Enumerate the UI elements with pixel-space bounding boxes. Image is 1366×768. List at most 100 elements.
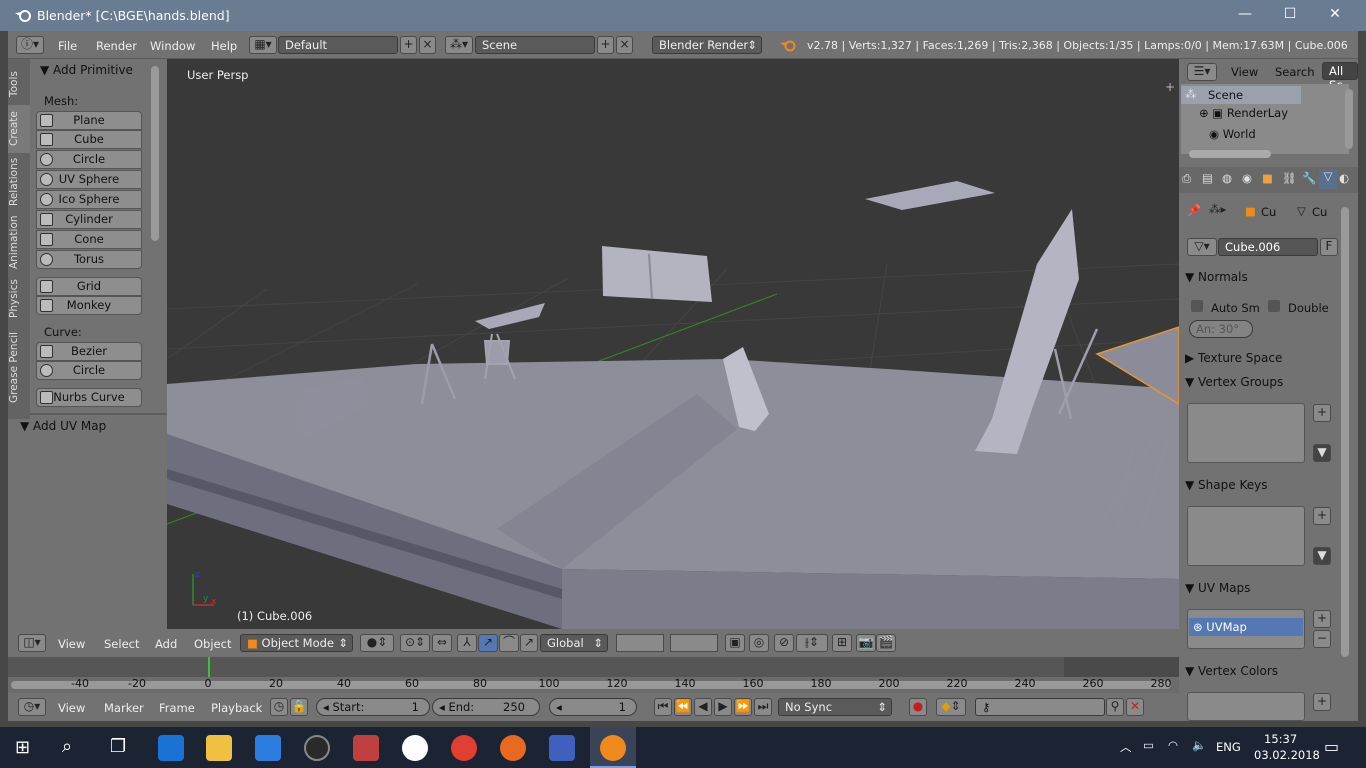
search-icon[interactable]: ⌕ <box>62 736 72 757</box>
store-icon[interactable] <box>255 735 281 761</box>
wifi-icon[interactable]: ◠ <box>1168 738 1178 752</box>
outliner-hscrollbar[interactable] <box>1189 150 1271 158</box>
add-torus-button[interactable]: Torus <box>36 250 142 269</box>
volume-icon[interactable]: 🔈 <box>1192 738 1206 752</box>
vertex-groups-panel-header[interactable]: ▼ Vertex Groups <box>1185 375 1336 389</box>
notifications-icon[interactable]: ▭ <box>1324 737 1339 756</box>
menu-file[interactable]: File <box>58 39 77 53</box>
constraints-tab-icon[interactable]: ⛓ <box>1282 171 1297 185</box>
tab-grease-pencil[interactable]: Grease Pencil <box>8 325 30 409</box>
maximize-icon[interactable]: ☐ <box>1280 6 1300 24</box>
outliner-filter-select[interactable]: All Sc <box>1322 62 1358 92</box>
rotate-icon[interactable]: ↗ <box>478 634 498 652</box>
outliner-item-renderlayers[interactable]: ⊕ ▣ RenderLay <box>1199 106 1288 120</box>
object-tab-icon[interactable]: ■ <box>1262 171 1273 185</box>
world-tab-icon[interactable]: ◉ <box>1242 171 1252 185</box>
keying-set-field[interactable]: ⚷ <box>975 698 1105 716</box>
jump-start-icon[interactable]: ⏮ <box>654 698 672 716</box>
lock-icon[interactable]: 🔒 <box>290 698 308 716</box>
uv-map-add-icon[interactable]: + <box>1313 610 1331 628</box>
add-primitive-panel-header[interactable]: ▼ Add Primitive <box>40 63 133 77</box>
timeline-ruler[interactable]: -40 -20 0 20 40 60 80 100 120 140 160 18… <box>8 677 1179 693</box>
clock-date[interactable]: 03.02.2018 <box>1254 748 1320 762</box>
object-crumb-label[interactable]: Cu <box>1261 205 1276 219</box>
layout-field[interactable]: Default <box>278 36 398 54</box>
preview-range-icon[interactable]: ◷ <box>270 698 288 716</box>
snap-target-icon[interactable]: ⫲⇕ <box>796 634 828 652</box>
close-icon[interactable]: ✕ <box>1325 6 1345 24</box>
shape-key-add-icon[interactable]: + <box>1313 507 1331 525</box>
file-explorer-icon[interactable] <box>206 735 232 761</box>
pin-icon[interactable]: 📌 <box>1187 203 1201 217</box>
menu-playback[interactable]: Playback <box>211 701 262 715</box>
mode-select[interactable]: ■ Object Mode ⇕ <box>240 634 353 652</box>
vertex-color-add-icon[interactable]: + <box>1313 693 1331 711</box>
add-uv-map-panel-header[interactable]: ▼ Add UV Map <box>20 419 106 433</box>
uv-maps-panel-header[interactable]: ▼ UV Maps <box>1185 581 1336 595</box>
firefox-icon[interactable] <box>500 735 526 761</box>
proportional-edit-icon[interactable]: ◎ <box>749 634 769 652</box>
prev-keyframe-icon[interactable]: ⏪ <box>674 698 692 716</box>
pivot-point-icon[interactable]: ⊙⇕ <box>400 634 430 652</box>
menu-timeline-view[interactable]: View <box>58 701 85 715</box>
outliner-item-world[interactable]: ◉ World <box>1209 127 1256 141</box>
snap-rotate-icon[interactable]: ⊞ <box>832 634 852 652</box>
jump-end-icon[interactable]: ⏭ <box>754 698 772 716</box>
app-icon[interactable] <box>353 735 379 761</box>
shape-keys-panel-header[interactable]: ▼ Shape Keys <box>1185 478 1336 492</box>
menu-view[interactable]: View <box>58 637 85 651</box>
play-reverse-icon[interactable]: ◀ <box>694 698 712 716</box>
keying-icon[interactable]: ◆⇕ <box>936 698 966 716</box>
app-icon[interactable] <box>549 735 575 761</box>
add-uv-sphere-button[interactable]: UV Sphere <box>36 170 142 189</box>
scene-field[interactable]: Scene <box>475 36 595 54</box>
sync-mode-select[interactable]: No Sync ⇕ <box>778 698 892 716</box>
mesh-name-field[interactable]: Cube.006 <box>1218 238 1318 256</box>
delete-keyframe-icon[interactable]: ✕ <box>1126 698 1144 716</box>
3d-viewport[interactable]: z y x User Persp (1) Cube.006 + <box>167 59 1179 629</box>
add-grid-button[interactable]: Grid <box>36 277 142 296</box>
next-keyframe-icon[interactable]: ⏩ <box>734 698 752 716</box>
vertex-colors-list[interactable] <box>1187 692 1305 721</box>
timeline-scrollbar[interactable] <box>11 681 1171 689</box>
battery-icon[interactable]: ▭ <box>1143 738 1154 752</box>
windows-start-icon[interactable]: ⊞ <box>15 737 30 758</box>
scale-icon[interactable]: ⌒ <box>499 634 519 652</box>
tab-tools[interactable]: Tools <box>8 63 30 105</box>
end-frame-field[interactable]: ◂ End: 250 <box>432 698 540 716</box>
add-monkey-button[interactable]: Monkey <box>36 296 142 315</box>
menu-help[interactable]: Help <box>211 39 237 53</box>
editor-type-timeline-icon[interactable]: ◷▾ <box>18 698 46 716</box>
add-cylinder-button[interactable]: Cylinder <box>36 210 142 229</box>
layout-icon[interactable]: ▦▾ <box>249 36 277 54</box>
blender-taskbar-button[interactable] <box>590 727 636 768</box>
layers-grid-1[interactable] <box>616 634 664 652</box>
layer-lock-icon[interactable]: ▣ <box>725 634 745 652</box>
add-nurbs-curve-button[interactable]: Nurbs Curve <box>36 388 142 407</box>
properties-toggle-icon[interactable]: + <box>1165 80 1175 94</box>
render-tab-icon[interactable]: ⎙ <box>1182 171 1191 186</box>
current-frame-field[interactable]: ◂ 1 <box>549 698 637 716</box>
record-icon[interactable]: ● <box>909 698 927 716</box>
vertex-groups-list[interactable] <box>1187 403 1305 463</box>
tab-animation[interactable]: Animation <box>8 211 30 273</box>
double-sided-checkbox[interactable] <box>1268 300 1280 312</box>
uv-map-remove-icon[interactable]: − <box>1313 630 1331 648</box>
menu-window[interactable]: Window <box>150 39 195 53</box>
task-view-icon[interactable]: ❐ <box>110 736 126 757</box>
menu-add[interactable]: Add <box>155 637 177 651</box>
outliner-item-scene[interactable]: ⁂ Scene <box>1181 86 1301 104</box>
auto-smooth-checkbox[interactable] <box>1191 300 1203 312</box>
shape-key-specials-icon[interactable]: ▼ <box>1313 547 1331 565</box>
modifiers-tab-icon[interactable]: 🔧 <box>1302 171 1316 185</box>
layout-remove-icon[interactable]: × <box>419 36 436 54</box>
outliner-view-menu[interactable]: View <box>1231 65 1258 79</box>
outliner-editor-icon[interactable]: ☰▾ <box>1187 63 1217 81</box>
minimize-icon[interactable]: — <box>1235 6 1255 24</box>
vertex-colors-panel-header[interactable]: ▼ Vertex Colors <box>1185 664 1336 678</box>
add-circle-button[interactable]: Circle <box>36 150 142 169</box>
menu-marker[interactable]: Marker <box>104 701 144 715</box>
tab-physics[interactable]: Physics <box>8 273 30 325</box>
snap-icon[interactable]: ⊘ <box>774 634 794 652</box>
add-cone-button[interactable]: Cone <box>36 230 142 249</box>
